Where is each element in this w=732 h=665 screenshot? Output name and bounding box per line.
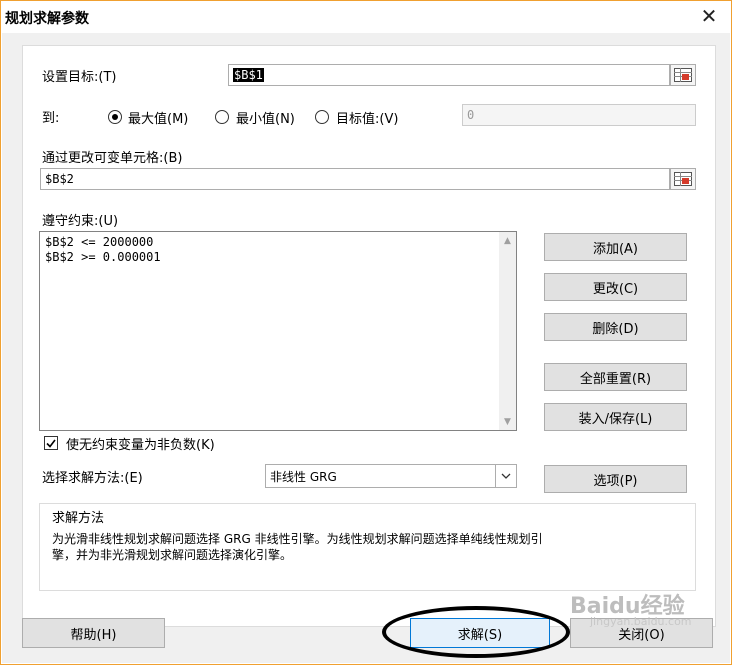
solving-method-label: 选择求解方法:(E) bbox=[42, 471, 143, 486]
objective-label: 设置目标:(T) bbox=[42, 70, 117, 85]
window-title: 规划求解参数 bbox=[5, 11, 89, 27]
max-radio[interactable] bbox=[108, 110, 122, 124]
checkmark-icon bbox=[46, 439, 56, 448]
title-bar: 规划求解参数 ✕ bbox=[1, 1, 731, 33]
value-of-text: 0 bbox=[467, 108, 475, 122]
nonnegative-checkbox[interactable] bbox=[44, 436, 58, 450]
changing-cells-label: 通过更改可变单元格:(B) bbox=[42, 151, 183, 166]
chevron-down-icon[interactable] bbox=[495, 465, 516, 487]
value-of-radio-label[interactable]: 目标值:(V) bbox=[336, 108, 398, 127]
groupbox-title: 求解方法 bbox=[52, 511, 105, 526]
dialog-body: 设置目标:(T) $B$1 到: 最大值(M) 最小值(N) 目标值:(V) 0… bbox=[2, 33, 730, 663]
add-button[interactable]: 添加(A) bbox=[544, 233, 687, 261]
help-button[interactable]: 帮助(H) bbox=[22, 618, 165, 648]
changing-cells-input[interactable]: $B$2 bbox=[40, 168, 670, 190]
method-description-line1: 为光滑非线性规划求解问题选择 GRG 非线性引擎。为线性规划求解问题选择单纯线性… bbox=[52, 532, 543, 546]
close-icon[interactable]: ✕ bbox=[693, 3, 725, 29]
solving-method-groupbox: 求解方法 为光滑非线性规划求解问题选择 GRG 非线性引擎。为线性规划求解问题选… bbox=[39, 503, 696, 591]
nonnegative-label[interactable]: 使无约束变量为非负数(K) bbox=[66, 434, 215, 453]
value-of-radio[interactable] bbox=[315, 110, 329, 124]
options-button[interactable]: 选项(P) bbox=[544, 465, 687, 493]
range-select-icon bbox=[674, 68, 692, 82]
changing-cells-range-picker-button[interactable] bbox=[670, 168, 696, 190]
max-radio-label[interactable]: 最大值(M) bbox=[128, 108, 188, 127]
objective-value: $B$1 bbox=[233, 68, 264, 82]
to-label: 到: bbox=[42, 111, 60, 126]
solver-parameters-dialog: 规划求解参数 ✕ 设置目标:(T) $B$1 到: 最大值(M) 最小值(N) … bbox=[0, 0, 732, 665]
constraints-scrollbar[interactable]: ▲ ▼ bbox=[499, 232, 516, 430]
constraint-item[interactable]: $B$2 >= 0.000001 bbox=[40, 250, 516, 265]
min-radio-label[interactable]: 最小值(N) bbox=[236, 108, 295, 127]
min-radio[interactable] bbox=[215, 110, 229, 124]
scroll-up-icon[interactable]: ▲ bbox=[499, 232, 516, 249]
scroll-down-icon[interactable]: ▼ bbox=[499, 413, 516, 430]
constraint-item[interactable]: $B$2 <= 2000000 bbox=[40, 235, 516, 250]
load-save-button[interactable]: 装入/保存(L) bbox=[544, 403, 687, 431]
objective-range-picker-button[interactable] bbox=[670, 64, 696, 86]
highlight-oval bbox=[382, 606, 570, 658]
solving-method-select[interactable]: 非线性 GRG bbox=[265, 464, 517, 488]
constraints-list[interactable]: $B$2 <= 2000000 $B$2 >= 0.000001 ▲ ▼ bbox=[39, 231, 517, 431]
objective-input[interactable]: $B$1 bbox=[228, 64, 670, 86]
changing-cells-value: $B$2 bbox=[45, 172, 74, 186]
constraints-label: 遵守约束:(U) bbox=[42, 214, 119, 229]
method-description-line2: 擎，并为非光滑规划求解问题选择演化引擎。 bbox=[52, 548, 293, 562]
value-of-input[interactable]: 0 bbox=[462, 104, 696, 126]
reset-all-button[interactable]: 全部重置(R) bbox=[544, 363, 687, 391]
solving-method-value: 非线性 GRG bbox=[270, 469, 337, 484]
change-button[interactable]: 更改(C) bbox=[544, 273, 687, 301]
range-select-icon bbox=[674, 172, 692, 186]
baidu-watermark-url: jingyan.baidu.com bbox=[590, 615, 692, 628]
delete-button[interactable]: 删除(D) bbox=[544, 313, 687, 341]
